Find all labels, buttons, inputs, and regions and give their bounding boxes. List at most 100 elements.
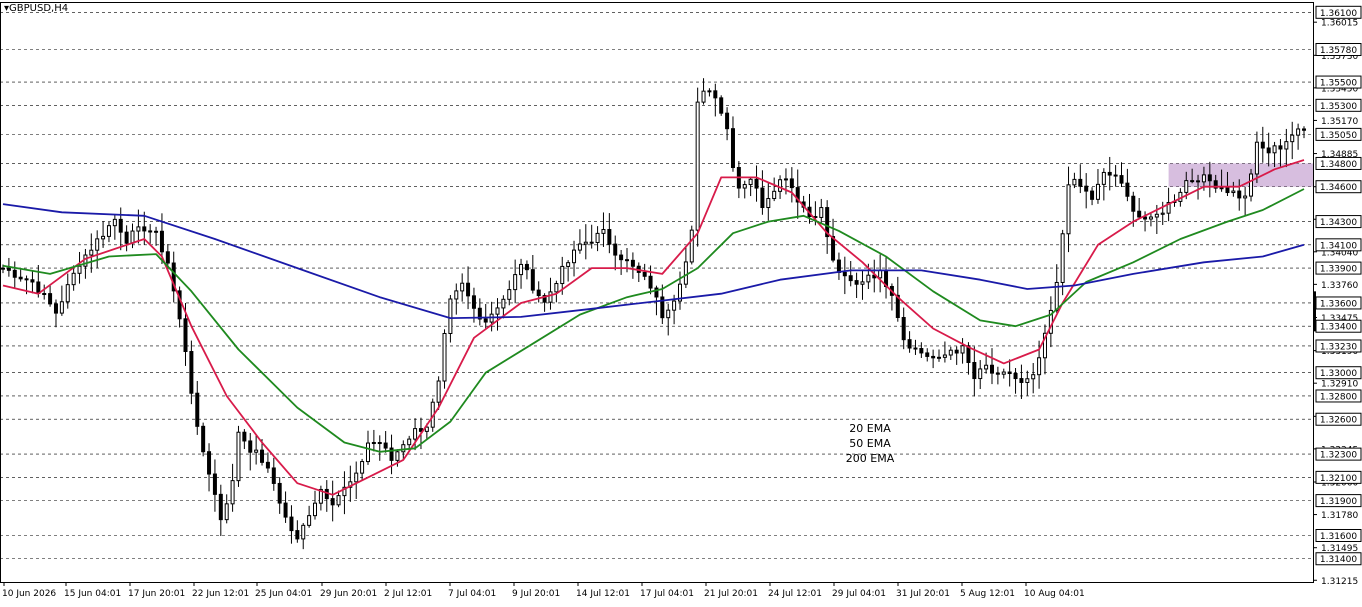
y-tick-label: 1.33760 [1321,281,1358,291]
candle-body [866,274,871,283]
y-tick-label: 1.32910 [1321,380,1358,390]
level-price-badge: 1.34300 [1315,215,1362,229]
candle-body [760,187,765,209]
x-tick-label: 24 Jul 12:01 [768,589,822,599]
candle-body [754,178,759,189]
chart-area[interactable]: 1.360151.357301.354501.351701.348851.346… [0,0,1362,603]
candle-body [89,249,94,256]
candle-body [483,318,488,323]
candle-body [265,461,270,469]
level-price-badge: 1.32600 [1315,412,1362,426]
candle-body [937,356,942,359]
candle-body [572,249,577,264]
level-price-label: 1.34100 [1320,241,1357,251]
candle-body [224,503,229,521]
candle-body [1137,210,1142,218]
legend-ema200: 200 EMA [845,452,895,465]
x-tick-label: 31 Jul 20:01 [896,589,950,599]
candle-body [913,347,918,350]
level-price-badge: 1.33230 [1315,339,1362,353]
candle-body [989,364,994,374]
x-tick-label: 9 Jul 20:01 [512,589,560,599]
resistance-zone[interactable] [1168,163,1314,187]
level-price-label: 1.33600 [1320,299,1357,309]
candle-body [112,218,117,227]
candle-body [831,236,836,261]
candle-body [1095,183,1100,200]
candle-body [1090,190,1095,200]
candle [689,225,694,265]
level-price-badge: 1.31600 [1315,528,1362,542]
candle-body [71,272,76,286]
candle [719,95,724,116]
candle-body [101,235,106,240]
level-price-badge: 1.34100 [1315,238,1362,252]
candle-body [742,184,747,189]
level-price-badge: 1.31400 [1315,552,1362,566]
candle-body [106,225,111,237]
level-price-label: 1.31400 [1320,555,1357,565]
candle-body [972,361,977,380]
candle-body [1231,190,1236,194]
candle-body [207,451,212,475]
price-chart[interactable]: 1.360151.357301.354501.351701.348851.346… [0,0,1362,603]
level-price-label: 1.36100 [1320,9,1357,19]
x-tick-label: 10 Jun 2026 [2,589,56,599]
candle-body [183,318,188,353]
candle-body [1243,195,1248,199]
candle-body [248,440,253,453]
candle-body [401,444,406,453]
level-price-label: 1.32300 [1320,451,1357,461]
candle-body [1131,195,1136,212]
candle-body [36,281,41,295]
candle-body [713,90,718,99]
level-price-badge: 1.33000 [1315,366,1362,380]
candle-body [613,243,618,256]
candle-body [1260,141,1265,149]
candle-body [142,226,147,232]
candle-body [189,351,194,394]
level-price-label: 1.32100 [1320,474,1357,484]
candle-body [948,349,953,356]
candle-body [212,473,217,495]
candle-body [931,355,936,359]
candle-body [1101,171,1106,185]
candle-body [1160,212,1165,215]
candle-body [607,229,612,245]
candle-body [289,516,294,532]
candle-body [230,480,235,505]
candle-body [1125,182,1130,197]
candle-body [960,345,965,354]
candle-body [301,524,306,540]
candle-body [95,238,100,251]
candle [1249,168,1254,202]
candle-body [719,97,724,114]
candle-body [442,332,447,382]
candle-body [77,265,82,274]
level-price-badge: 1.35050 [1315,127,1362,141]
x-tick-label: 25 Jun 04:01 [255,589,312,599]
candle-body [1,267,5,270]
x-tick-label: 17 Jul 04:01 [640,589,694,599]
candle-body [159,230,164,253]
candle-body [12,269,17,278]
level-price-badge: 1.34600 [1315,180,1362,194]
candle-body [1001,371,1006,375]
x-tick-label: 7 Jul 04:01 [448,589,496,599]
y-tick-label: 1.31215 [1321,577,1358,587]
candle-body [695,101,700,231]
candle-body [595,232,600,244]
level-price-badge: 1.35300 [1315,98,1362,112]
candle-body [1013,373,1018,380]
candle-body [130,230,135,244]
level-price-badge: 1.32800 [1315,389,1362,403]
candle-body [307,515,312,526]
candle-body [778,179,783,192]
candle-body [689,229,694,263]
candle-body [471,295,476,309]
candle-body [672,300,677,311]
candle-body [124,231,129,244]
candle-body [1025,378,1030,383]
candle-body [1154,213,1159,218]
candle-body [1296,128,1301,136]
